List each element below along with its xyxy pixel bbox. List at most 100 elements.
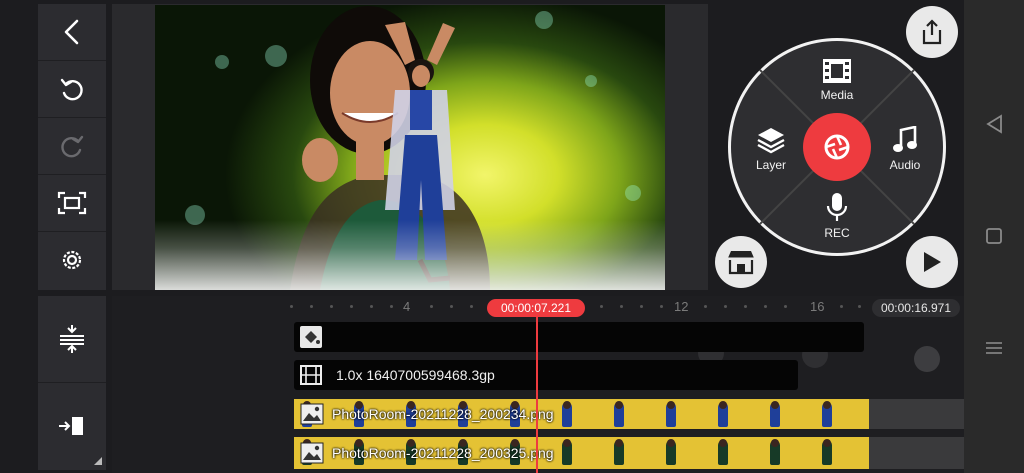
ruler-tick	[640, 305, 643, 308]
ruler-tick	[764, 305, 767, 308]
fit-screen-button[interactable]	[38, 175, 106, 232]
left-timeline-toolbar	[38, 296, 106, 470]
layer-thumbnail	[554, 399, 580, 429]
ruler-tick	[620, 305, 623, 308]
current-timecode[interactable]: 00:00:07.221	[487, 299, 585, 317]
settings-button[interactable]	[38, 232, 106, 288]
layer2-label: PhotoRoom-20211228_200325.png	[332, 445, 554, 461]
ruler-tick	[290, 305, 293, 308]
asset-store-button[interactable]	[715, 236, 767, 288]
playhead[interactable]	[536, 317, 538, 473]
layer-thumbnail	[658, 399, 684, 429]
bokeh-particle	[215, 55, 229, 69]
store-icon	[728, 251, 754, 275]
film-icon	[823, 59, 851, 83]
total-duration: 00:00:16.971	[872, 299, 960, 317]
bokeh-particle	[535, 11, 553, 29]
layer-thumbnail	[710, 399, 736, 429]
image-layer-track-1[interactable]: PhotoRoom-20211228_200234.png	[294, 399, 869, 429]
rec-label: REC	[824, 226, 850, 240]
back-icon	[64, 19, 79, 45]
layer-button[interactable]: Layer	[736, 126, 806, 172]
effect-track[interactable]	[294, 322, 864, 352]
image-icon	[300, 403, 324, 425]
expand-tracks-button[interactable]	[38, 296, 106, 383]
timeline-ghost-dot	[914, 346, 940, 372]
system-back-button[interactable]	[964, 104, 1024, 144]
ruler-label: 16	[810, 299, 825, 314]
ruler-tick	[310, 305, 313, 308]
play-button[interactable]	[906, 236, 958, 288]
ruler-tick	[724, 305, 727, 308]
ruler-tick	[350, 305, 353, 308]
ruler-tick	[704, 305, 707, 308]
system-home-button[interactable]	[964, 216, 1024, 256]
ruler-tick	[330, 305, 333, 308]
jump-to-end-button[interactable]	[38, 383, 106, 469]
ruler-label: 4	[403, 299, 411, 314]
microphone-icon	[826, 193, 848, 221]
settings-icon	[62, 250, 82, 270]
ruler-tick	[600, 305, 603, 308]
layer1-label: PhotoRoom-20211228_200234.png	[332, 406, 554, 422]
layer-thumbnail	[554, 437, 580, 467]
square-home-icon	[986, 228, 1002, 244]
layer-thumbnail	[606, 437, 632, 467]
music-note-icon	[893, 126, 917, 152]
ruler-tick	[450, 305, 453, 308]
media-button[interactable]: Media	[802, 58, 872, 102]
video-clip-label: 1.0x 1640700599468.3gp	[336, 367, 495, 383]
film-strip-icon	[300, 365, 322, 385]
back-button[interactable]	[38, 4, 106, 61]
ruler-tick	[470, 305, 473, 308]
layer-label: Layer	[755, 158, 787, 172]
crop-icon	[57, 191, 87, 215]
layers-icon	[757, 128, 785, 154]
expand-vertical-icon	[60, 325, 84, 353]
audio-label: Audio	[889, 158, 921, 172]
video-clip-track[interactable]: 1.0x 1640700599468.3gp	[294, 360, 798, 390]
jump-to-end-icon	[59, 417, 83, 435]
layer-thumbnail	[762, 399, 788, 429]
capture-button[interactable]	[803, 113, 871, 181]
system-navigation-bar	[964, 0, 1024, 473]
left-toolbar	[38, 4, 106, 290]
bokeh-particle	[625, 185, 641, 201]
paint-bucket-icon	[300, 326, 322, 348]
rec-button[interactable]: REC	[802, 192, 872, 240]
triangle-back-icon	[986, 114, 1002, 134]
video-preview[interactable]	[155, 5, 665, 290]
ruler-tick	[390, 305, 393, 308]
ruler-tick	[858, 305, 861, 308]
redo-button[interactable]	[38, 118, 106, 175]
layer-thumbnail	[606, 399, 632, 429]
redo-icon	[61, 135, 84, 158]
camera-shutter-icon	[824, 134, 850, 160]
layer-thumbnail	[658, 437, 684, 467]
ruler-label: 12	[674, 299, 689, 314]
ruler-tick	[660, 305, 663, 308]
ruler-tick	[840, 305, 843, 308]
layer-thumbnail	[710, 437, 736, 467]
layer-thumbnail	[762, 437, 788, 467]
layer-track-overflow	[869, 399, 964, 429]
ruler-tick	[370, 305, 373, 308]
export-button[interactable]	[906, 6, 958, 58]
audio-button[interactable]: Audio	[870, 126, 940, 172]
play-icon	[924, 252, 941, 272]
bokeh-particle	[585, 75, 597, 87]
smoke-overlay	[155, 220, 665, 290]
ruler-tick	[744, 305, 747, 308]
corner-indicator-icon	[94, 457, 102, 465]
ruler-tick	[784, 305, 787, 308]
image-icon	[300, 442, 324, 464]
layer-thumbnail	[814, 437, 840, 467]
image-layer-track-2[interactable]: PhotoRoom-20211228_200325.png	[294, 437, 869, 469]
system-menu-button[interactable]	[964, 328, 1024, 368]
ruler-tick	[430, 305, 433, 308]
layer-thumbnail	[814, 399, 840, 429]
layer-track-overflow	[869, 437, 964, 469]
undo-icon	[60, 78, 83, 101]
undo-button[interactable]	[38, 61, 106, 118]
menu-lines-icon	[986, 342, 1002, 354]
